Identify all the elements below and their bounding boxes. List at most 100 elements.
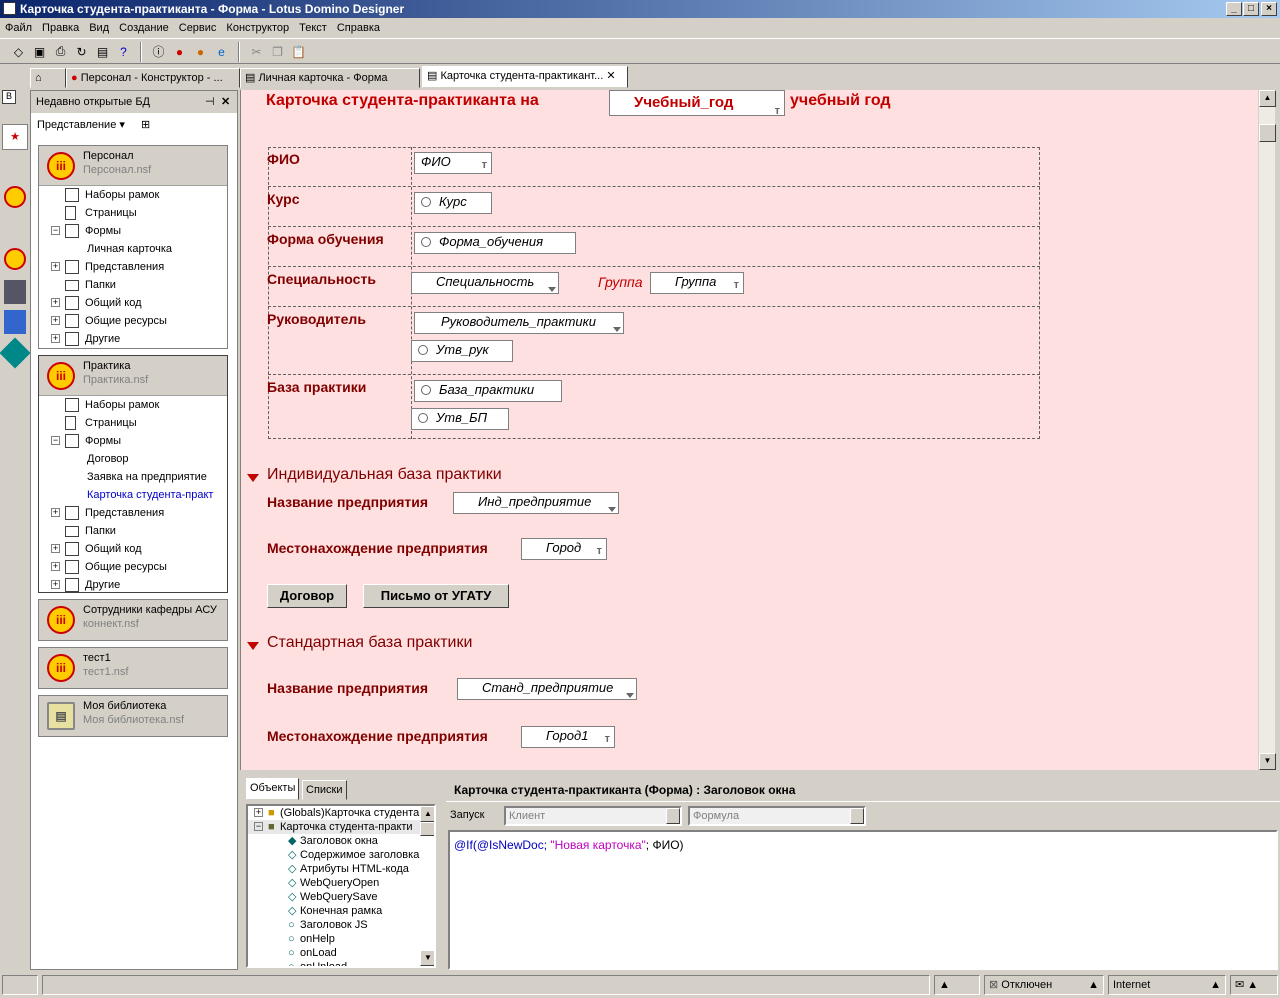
expand-icon[interactable]: + (51, 508, 60, 517)
ugatu-letter-button[interactable]: Письмо от УГАТУ (363, 584, 509, 608)
expand-icon[interactable]: + (51, 562, 60, 571)
notes-icon[interactable]: ● (171, 43, 188, 60)
tree-item-shared-code[interactable]: + Общий код (39, 540, 227, 558)
designer-bookmark-icon[interactable] (0, 337, 31, 369)
field-fio[interactable]: ФИО т (414, 152, 492, 174)
tree-item-forms[interactable]: − Формы (39, 432, 227, 450)
tree-item-views[interactable]: + Представления (39, 258, 227, 276)
tree-item-pages[interactable]: Страницы (39, 414, 227, 432)
hide-icon[interactable]: ▤ (94, 43, 111, 60)
collapse-icon[interactable]: − (51, 226, 60, 235)
status-popup[interactable]: ▲ (934, 975, 980, 995)
status-connection[interactable]: ⊠ Отключен ▲ (984, 975, 1104, 995)
scroll-thumb[interactable] (1259, 124, 1276, 142)
people-icon[interactable] (4, 310, 26, 334)
section-collapse-icon[interactable] (247, 642, 259, 650)
object-item[interactable]: ◇ WebQueryOpen (248, 876, 434, 890)
expand-icon[interactable]: + (51, 544, 60, 553)
object-item[interactable]: + ■ (Globals)Карточка студента (248, 806, 434, 820)
form-scrollbar[interactable]: ▲ ▼ (1258, 90, 1276, 770)
field-academic-year[interactable]: Учебный_год т (609, 90, 785, 117)
pin-icon[interactable]: ⊣ (205, 91, 215, 113)
object-item[interactable]: − ■ Карточка студента-практи (248, 820, 434, 834)
tree-item-form[interactable]: Личная карточка (39, 240, 227, 258)
bookmark-toggle-icon[interactable]: B (2, 90, 16, 104)
designer-icon[interactable]: ● (192, 43, 209, 60)
tab-objects[interactable]: Объекты (246, 778, 300, 800)
db-bookmark-icon[interactable] (4, 248, 26, 270)
expand-icon[interactable]: + (51, 334, 60, 343)
tree-item-folders[interactable]: Папки (39, 522, 227, 540)
expand-icon[interactable]: + (51, 580, 60, 589)
field-standard-enterprise[interactable]: Станд_предприятие (457, 678, 637, 700)
db-test1[interactable]: iii тест1 тест1.nsf (38, 647, 228, 689)
tree-item-views[interactable]: + Представления (39, 504, 227, 522)
db-header[interactable]: iii Сотрудники кафедры АСУ коннект.nsf (39, 600, 227, 640)
navigate-icon[interactable]: ◇ (10, 43, 27, 60)
scroll-up-icon[interactable]: ▲ (420, 806, 434, 822)
scroll-down-icon[interactable]: ▼ (420, 950, 434, 966)
object-item-selected[interactable]: ◆ Заголовок окна (248, 834, 434, 848)
tree-item-other[interactable]: + Другие (39, 330, 227, 348)
menu-text[interactable]: Текст (294, 22, 332, 34)
field-city1[interactable]: Город1 т (521, 726, 615, 748)
status-mail-icon[interactable]: ✉ ▲ (1230, 975, 1278, 995)
tree-item-shared-code[interactable]: + Общий код (39, 294, 227, 312)
tree-item-form[interactable]: Договор (39, 450, 227, 468)
scroll-down-icon[interactable]: ▼ (1259, 753, 1276, 770)
expand-icon[interactable]: + (51, 298, 60, 307)
menu-file[interactable]: Файл (0, 22, 37, 34)
tree-item-forms[interactable]: − Формы (39, 222, 227, 240)
field-city[interactable]: Город т (521, 538, 607, 560)
field-course[interactable]: Курс (414, 192, 492, 214)
menu-create[interactable]: Создание (114, 22, 174, 34)
print-icon[interactable]: ⎙ (52, 43, 69, 60)
formula-editor[interactable]: @If(@IsNewDoc; "Новая карточка"; ФИО) (448, 830, 1278, 970)
close-panel-icon[interactable]: ✕ (221, 91, 230, 113)
close-button[interactable]: × (1261, 2, 1277, 16)
tab-personal-designer[interactable]: ● Персонал - Конструктор - ... (66, 68, 240, 88)
maximize-button[interactable]: □ (1243, 2, 1259, 16)
new-folder-icon[interactable]: ⊞ (141, 113, 150, 137)
form-design-area[interactable]: Карточка студента-практиканта на Учебный… (240, 90, 1258, 770)
field-specialty[interactable]: Специальность (411, 272, 559, 294)
tab-student-card-form[interactable]: ▤ Карточка студента-практикант... ✕ (422, 66, 628, 88)
tab-lists[interactable]: Списки (302, 780, 347, 800)
menu-tools[interactable]: Сервис (174, 22, 222, 34)
tree-item-other[interactable]: + Другие (39, 576, 227, 594)
paste-icon[interactable]: 📋 (290, 43, 307, 60)
run-select[interactable]: Клиент (504, 806, 682, 826)
tree-item-form[interactable]: Заявка на предприятие (39, 468, 227, 486)
field-practice-base[interactable]: База_практики (414, 380, 562, 402)
status-panel[interactable] (2, 975, 38, 995)
close-tab-icon[interactable]: ✕ (606, 70, 615, 82)
menu-design[interactable]: Конструктор (221, 22, 294, 34)
view-selector[interactable]: Представление ▾ ⊞ (31, 113, 237, 137)
tree-item-framesets[interactable]: Наборы рамок (39, 186, 227, 204)
object-item[interactable]: ◇ WebQuerySave (248, 890, 434, 904)
menu-view[interactable]: Вид (84, 22, 114, 34)
expand-icon[interactable]: + (51, 262, 60, 271)
object-item[interactable]: ○ onUnload (248, 960, 434, 966)
object-item[interactable]: ○ onLoad (248, 946, 434, 960)
db-bookmark-icon[interactable] (4, 186, 26, 208)
section-individual-base[interactable]: Индивидуальная база практики (267, 466, 502, 484)
object-item[interactable]: ○ Заголовок JS (248, 918, 434, 932)
properties-icon[interactable]: ⓘ (150, 43, 167, 60)
menu-edit[interactable]: Правка (37, 22, 84, 34)
expand-icon[interactable]: + (51, 316, 60, 325)
contract-button[interactable]: Договор (267, 584, 347, 608)
tab-home[interactable]: ⌂ (30, 68, 66, 88)
status-location[interactable]: Internet ▲ (1108, 975, 1226, 995)
db-header[interactable]: iii тест1 тест1.nsf (39, 648, 227, 688)
help-icon[interactable]: ? (115, 43, 132, 60)
object-item[interactable]: ◇ Содержимое заголовка (248, 848, 434, 862)
tree-item-pages[interactable]: Страницы (39, 204, 227, 222)
object-item[interactable]: ◇ Конечная рамка (248, 904, 434, 918)
db-library[interactable]: ▤ Моя библиотека Моя библиотека.nsf (38, 695, 228, 737)
person-icon[interactable] (4, 280, 26, 304)
tree-item-form-selected[interactable]: Карточка студента-практ (39, 486, 227, 504)
section-collapse-icon[interactable] (247, 474, 259, 482)
field-base-approved[interactable]: Утв_БП (411, 408, 509, 430)
db-header[interactable]: iii Практика Практика.nsf (39, 356, 227, 396)
